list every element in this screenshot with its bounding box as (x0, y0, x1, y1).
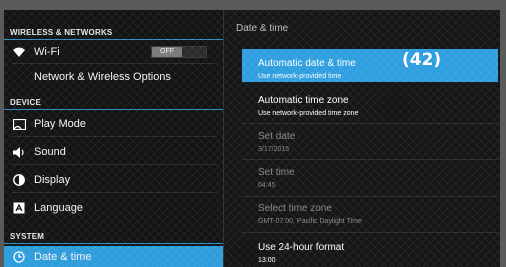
divider (12, 164, 217, 165)
setting-title: Set time (258, 167, 295, 178)
wifi-toggle-state: OFF (152, 47, 182, 57)
setting-title: Automatic date & time (258, 58, 356, 69)
sidebar-item-language[interactable]: Language (4, 197, 223, 219)
sidebar-item-label: Play Mode (34, 118, 86, 130)
clock-icon (12, 250, 26, 264)
date-time-pane: Date & time Automatic date & time Use ne… (224, 10, 500, 267)
divider (242, 232, 498, 233)
setting-subtitle: Use network-provided time zone (258, 110, 359, 117)
sidebar-item-display[interactable]: Display (4, 169, 223, 191)
sidebar-item-play-mode[interactable]: Play Mode (4, 113, 223, 135)
sidebar-item-label: Wi-Fi (34, 46, 60, 58)
setting-subtitle: 04:45 (258, 182, 276, 189)
setting-title: Use 24-hour format (258, 242, 345, 253)
setting-select-time-zone[interactable]: Select time zone GMT-07:00, Pacific Dayl… (242, 203, 498, 226)
step-number-label: (42) (402, 50, 442, 70)
sidebar-item-label: Display (34, 174, 71, 186)
sidebar-item-label: Language (34, 202, 83, 214)
wifi-icon (12, 45, 26, 59)
divider (242, 123, 498, 124)
pane-title: Date & time (236, 23, 289, 34)
setting-automatic-time-zone[interactable]: Automatic time zone Use network-provided… (242, 95, 498, 118)
section-header-wireless: WIRELESS & NETWORKS (4, 26, 223, 40)
divider (12, 192, 217, 193)
setting-subtitle: Use network-provided time (258, 73, 342, 80)
setting-title: Select time zone (258, 203, 332, 214)
tablet-screen: WIRELESS & NETWORKS Wi-Fi OFF Network & … (4, 10, 500, 267)
sidebar-item-sound[interactable]: Sound (4, 141, 223, 163)
brightness-icon (12, 173, 26, 187)
setting-set-date[interactable]: Set date 3/17/2015 (242, 131, 498, 154)
sidebar-item-wifi[interactable]: Wi-Fi OFF (4, 41, 223, 63)
setting-use-24-hour-format[interactable]: Use 24-hour format 13:00 (242, 242, 498, 265)
section-header-system: SYSTEM (4, 230, 223, 244)
sidebar-item-network-options[interactable]: Network & Wireless Options (4, 66, 223, 88)
setting-set-time[interactable]: Set time 04:45 (242, 167, 498, 190)
setting-subtitle: 3/17/2015 (258, 146, 290, 153)
divider (12, 136, 217, 137)
sidebar-item-date-time[interactable]: Date & time (4, 246, 223, 267)
setting-subtitle: GMT-07:00, Pacific Daylight Time (258, 218, 362, 225)
playmode-icon (12, 117, 26, 131)
language-icon (12, 201, 26, 215)
speaker-icon (12, 145, 26, 159)
setting-subtitle: 13:00 (258, 257, 276, 264)
sidebar-item-label: Network & Wireless Options (34, 71, 171, 83)
section-header-device: DEVICE (4, 96, 223, 110)
sidebar-item-label: Sound (34, 146, 66, 158)
sidebar-item-label: Date & time (34, 251, 92, 263)
setting-automatic-date-time[interactable]: Automatic date & time Use network-provid… (242, 49, 498, 82)
setting-title: Set date (258, 131, 296, 142)
settings-sidebar: WIRELESS & NETWORKS Wi-Fi OFF Network & … (4, 10, 223, 267)
wifi-toggle[interactable]: OFF (151, 46, 207, 58)
setting-title: Automatic time zone (258, 95, 349, 106)
divider (242, 196, 498, 197)
device-frame: WIRELESS & NETWORKS Wi-Fi OFF Network & … (0, 0, 506, 267)
divider (12, 63, 217, 64)
divider (242, 159, 498, 160)
